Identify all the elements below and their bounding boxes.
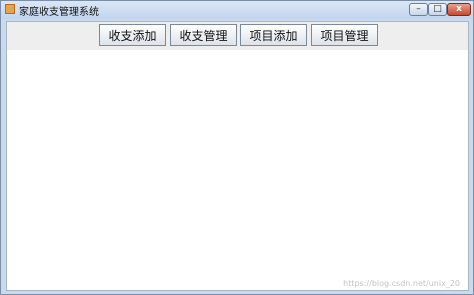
minimize-button[interactable]: –	[409, 3, 428, 16]
app-icon	[5, 4, 15, 14]
watermark: https://blog.csdn.net/unix_20	[343, 279, 460, 288]
maximize-button[interactable]: □	[428, 3, 447, 16]
income-expense-manage-button[interactable]: 收支管理	[170, 24, 237, 46]
content-pane: 收支添加 收支管理 项目添加 项目管理 https://blog.csdn.ne…	[6, 21, 469, 291]
close-button[interactable]: x	[447, 3, 471, 16]
item-add-button[interactable]: 项目添加	[240, 24, 307, 46]
toolbar: 收支添加 收支管理 项目添加 项目管理	[7, 22, 468, 50]
app-window: 家庭收支管理系统 – □ x 收支添加 收支管理 项目添加 项目管理 https…	[0, 0, 474, 295]
item-manage-button[interactable]: 项目管理	[311, 24, 378, 46]
main-area: https://blog.csdn.net/unix_20	[7, 50, 468, 290]
title-bar[interactable]: 家庭收支管理系统 – □ x	[1, 1, 473, 19]
window-title: 家庭收支管理系统	[19, 7, 99, 18]
income-expense-add-button[interactable]: 收支添加	[99, 24, 166, 46]
